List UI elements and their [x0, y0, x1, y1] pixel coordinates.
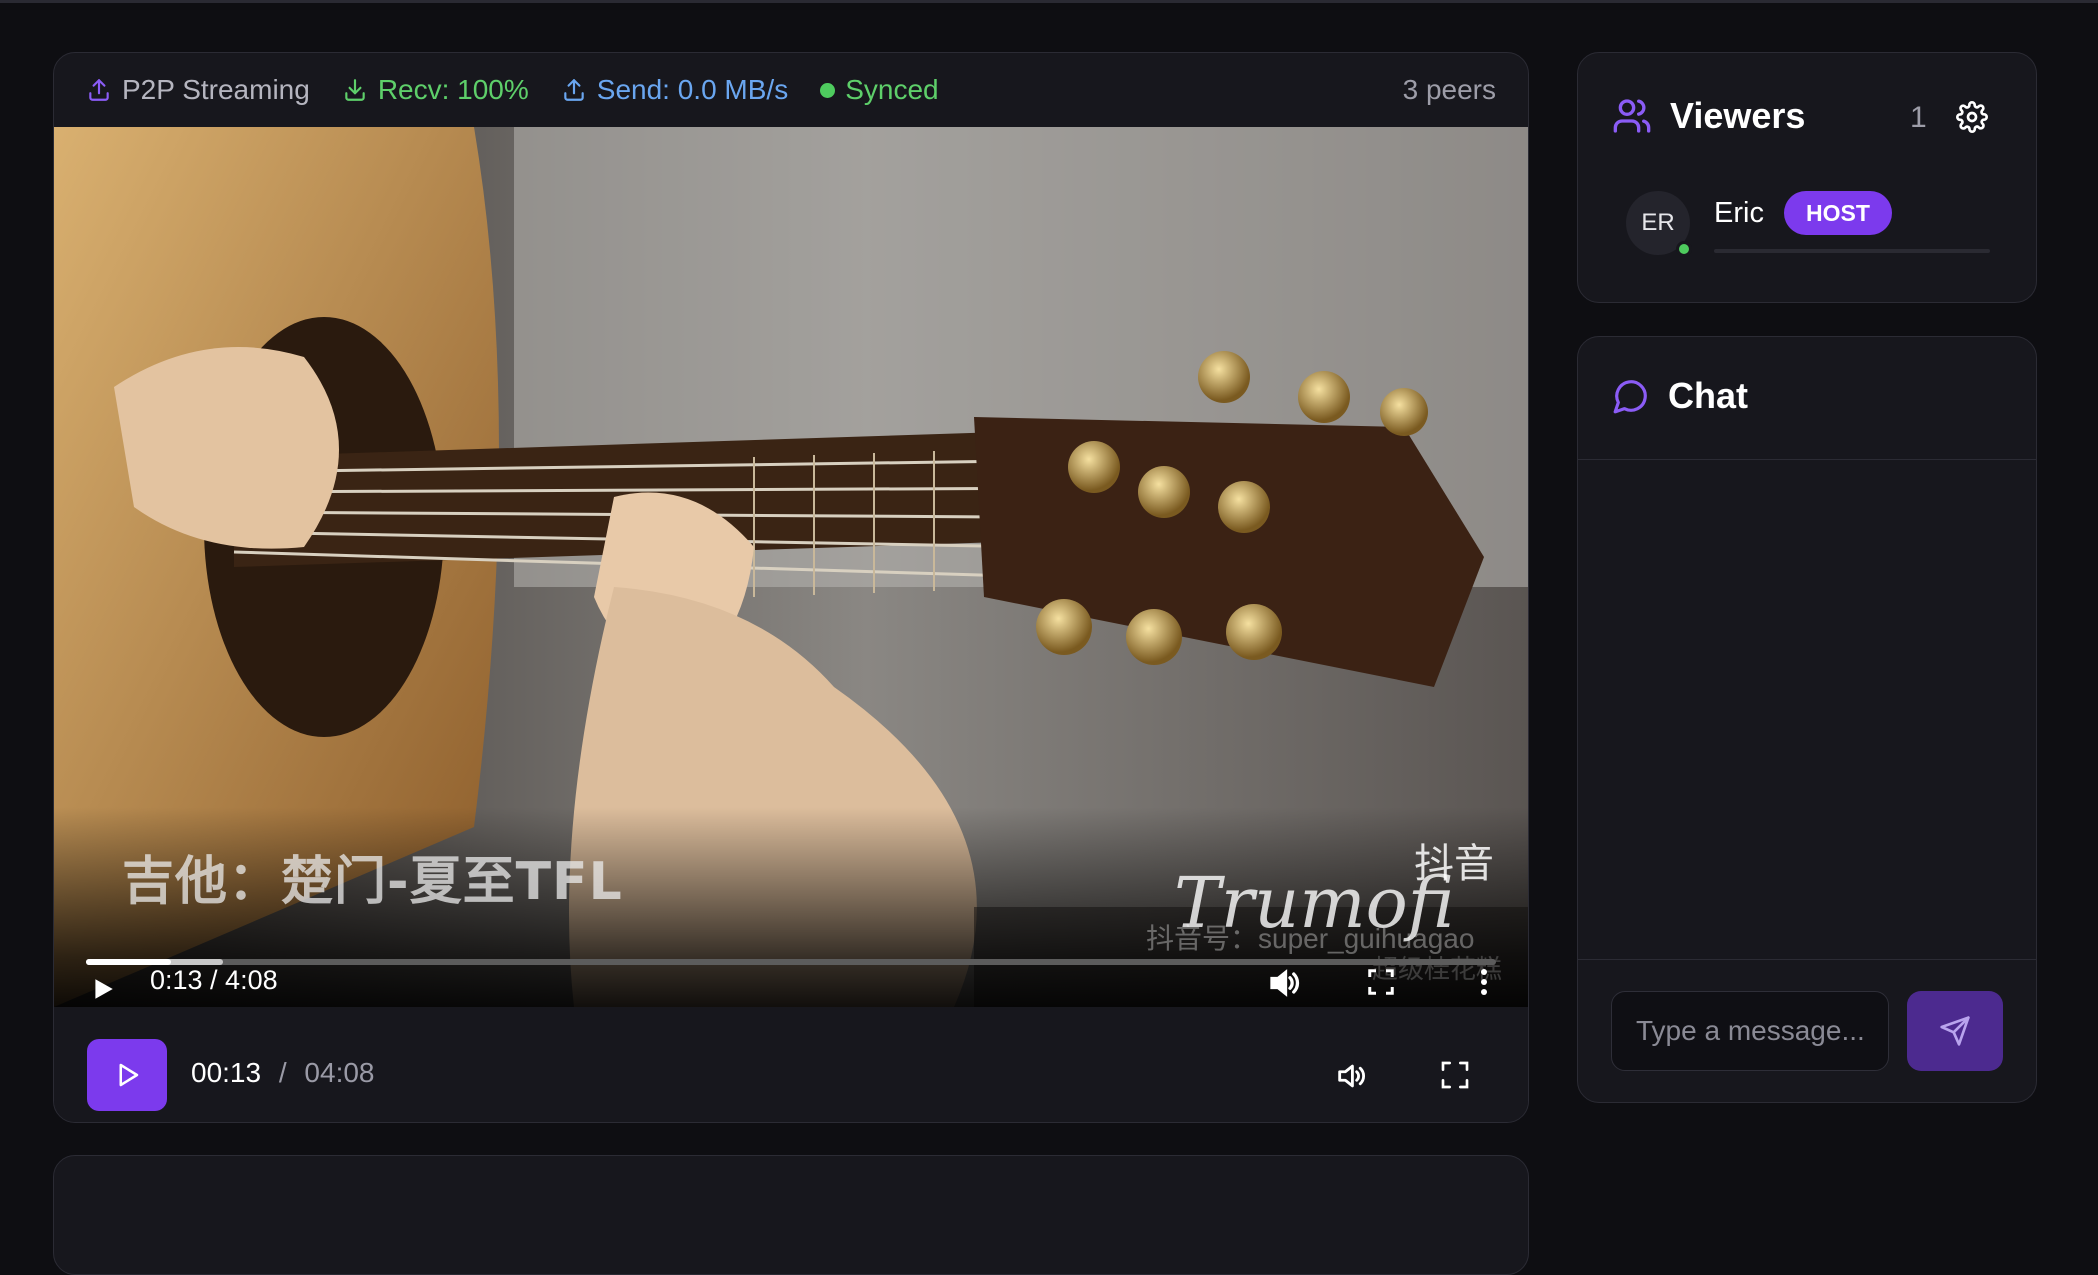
fullscreen-icon[interactable] — [1439, 1059, 1471, 1091]
recv-label: Recv: 100% — [377, 74, 529, 105]
online-status-icon — [1676, 241, 1692, 257]
play-button[interactable] — [87, 1039, 167, 1111]
secondary-card — [53, 1155, 1529, 1275]
play-icon — [119, 1063, 139, 1087]
native-seek-bar[interactable] — [86, 959, 1496, 965]
host-badge: HOST — [1784, 191, 1892, 235]
custom-player-controls: 00:13 / 04:08 — [54, 1007, 1528, 1122]
video-frame[interactable]: 吉他：楚门-夏至TFL Trumofi 抖音 抖音号：super_guihuag… — [54, 127, 1528, 1007]
chat-message-input[interactable] — [1611, 991, 1889, 1071]
viewer-count: 1 — [1910, 101, 1927, 134]
video-player-card: P2P Streaming Recv: 100% Send: 0.0 MB/s … — [53, 52, 1529, 1123]
sync-label: Synced — [845, 74, 939, 105]
p2p-status: P2P Streaming — [86, 74, 310, 106]
viewers-title: Viewers — [1670, 95, 1806, 136]
sync-dot-icon — [820, 82, 836, 98]
current-time: 00:13 — [191, 1057, 262, 1088]
gear-icon[interactable] — [1956, 101, 1988, 133]
users-icon — [1613, 99, 1651, 133]
send-button[interactable] — [1907, 991, 2003, 1071]
duration: 04:08 — [304, 1057, 375, 1088]
viewers-panel: Viewers 1 ER Eric HOST — [1577, 52, 2037, 303]
message-circle-icon — [1613, 380, 1647, 414]
p2p-label: P2P Streaming — [122, 74, 310, 105]
chat-title: Chat — [1668, 375, 1748, 416]
chat-header: Chat — [1578, 337, 2036, 460]
volume-icon[interactable] — [1266, 965, 1302, 1001]
native-video-controls: 0:13 / 4:08 — [54, 867, 1528, 1007]
native-played — [86, 959, 171, 965]
peer-count: 3 peers — [1402, 74, 1496, 105]
play-icon[interactable] — [90, 975, 116, 1003]
chat-panel: Chat — [1577, 336, 2037, 1103]
viewers-header: Viewers — [1612, 95, 1805, 137]
viewer-progress-track — [1714, 249, 1990, 253]
native-time-display: 0:13 / 4:08 — [150, 965, 278, 995]
send-icon — [1940, 1016, 1970, 1046]
upload-icon — [564, 79, 584, 101]
more-vertical-icon[interactable] — [1478, 967, 1490, 997]
viewer-name: Eric — [1714, 197, 1764, 229]
upload-icon — [89, 79, 109, 101]
top-divider — [0, 0, 2098, 3]
time-separator: / — [278, 1057, 287, 1088]
viewer-item: ER Eric HOST — [1626, 191, 2006, 271]
sync-status: Synced — [820, 74, 939, 106]
send-label: Send: 0.0 MB/s — [596, 74, 789, 105]
chat-message-list[interactable] — [1578, 460, 2036, 960]
recv-status: Recv: 100% — [342, 74, 529, 106]
volume-icon[interactable] — [1334, 1059, 1368, 1093]
fullscreen-icon[interactable] — [1366, 967, 1396, 997]
stream-stats-bar: P2P Streaming Recv: 100% Send: 0.0 MB/s … — [54, 53, 1528, 127]
chat-title-row: Chat — [1612, 375, 1748, 417]
send-status: Send: 0.0 MB/s — [561, 74, 788, 106]
time-display: 00:13 / 04:08 — [191, 1057, 375, 1089]
download-icon — [345, 79, 365, 101]
